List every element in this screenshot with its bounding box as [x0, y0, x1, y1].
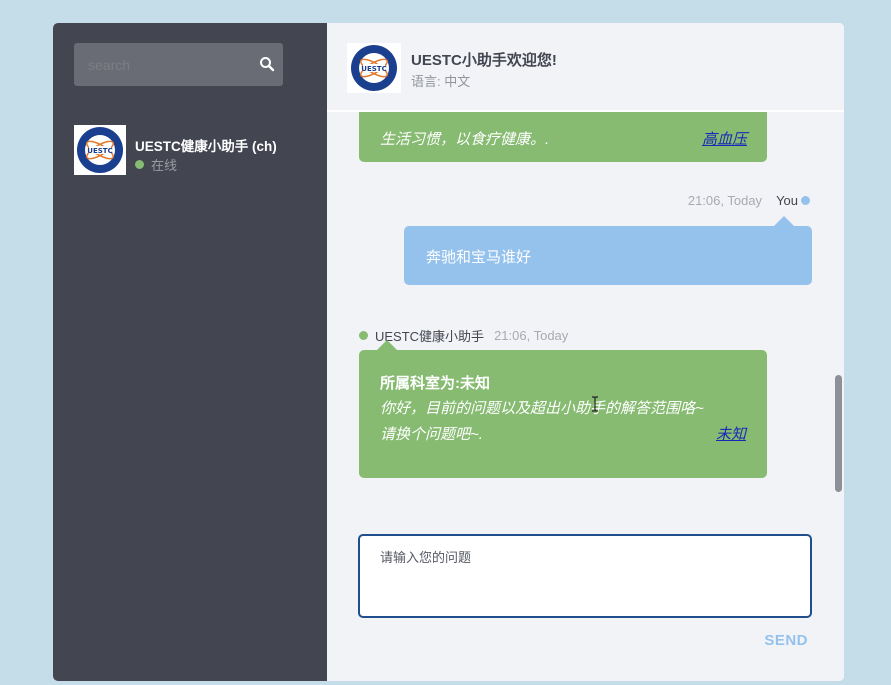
message-text: 请换个问题吧~. — [380, 426, 483, 443]
bubble-tip — [377, 340, 397, 350]
bubble-tip — [774, 216, 794, 226]
contact-item[interactable]: UESTC UESTC健康小助手 (ch) 在线 — [74, 125, 314, 175]
user-message-bubble: 奔驰和宝马谁好 — [404, 216, 812, 285]
search-input[interactable] — [74, 43, 249, 86]
message-sender: You — [776, 193, 798, 208]
chat-scrollbar[interactable] — [835, 375, 842, 492]
online-status-dot — [359, 331, 368, 340]
online-status-dot — [135, 160, 144, 169]
uestc-logo-header-avatar: UESTC — [347, 43, 401, 93]
chat-history[interactable]: 生活习惯，以食疗健康。. 高血压 21:06, Today You 奔驰和宝马谁… — [327, 112, 844, 502]
svg-text:UESTC: UESTC — [361, 65, 386, 73]
chat-panel: UESTC UESTC小助手欢迎您! 语言: 中文 生活习惯，以食疗健康。. 高… — [327, 23, 844, 681]
message-input[interactable] — [358, 534, 812, 618]
user-status-dot — [801, 196, 810, 205]
message-text: 生活习惯，以食疗健康。. — [380, 131, 550, 148]
message-time: 21:06, Today — [687, 193, 763, 208]
chat-app: UESTC UESTC健康小助手 (ch) 在线 UESTC UESTC小助手欢… — [53, 23, 844, 681]
department-link[interactable]: 未知 — [716, 423, 746, 444]
assistant-message-bubble: 生活习惯，以食疗健康。. 高血压 — [359, 112, 767, 162]
assistant-message-bubble: 所属科室为:未知 你好，目前的问题以及超出小助手的解答范围咯~ 请换个问题吧~.… — [359, 340, 767, 478]
message-text: 奔驰和宝马谁好 — [426, 249, 532, 266]
message-heading: 所属科室为:未知 — [380, 375, 490, 392]
chat-title: UESTC小助手欢迎您! — [411, 52, 557, 69]
svg-text:UESTC: UESTC — [87, 147, 112, 155]
contact-status-text: 在线 — [151, 158, 178, 173]
chat-language: 语言: 中文 — [411, 74, 471, 89]
contact-name: UESTC健康小助手 (ch) — [135, 139, 277, 154]
department-link[interactable]: 高血压 — [702, 128, 747, 149]
message-time: 21:06, Today — [494, 328, 569, 343]
uestc-logo-avatar: UESTC — [74, 125, 126, 175]
sidebar: UESTC UESTC健康小助手 (ch) 在线 — [53, 23, 327, 681]
search-box — [74, 43, 283, 86]
search-icon[interactable] — [259, 56, 275, 72]
chat-header: UESTC UESTC小助手欢迎您! 语言: 中文 — [327, 23, 844, 112]
message-composer: SEND — [327, 502, 844, 681]
contact-status: 在线 — [135, 155, 177, 174]
text-cursor-icon — [592, 396, 598, 412]
user-message-meta: 21:06, Today You — [688, 193, 810, 208]
send-button[interactable]: SEND — [764, 632, 808, 649]
message-text: 你好，目前的问题以及超出小助手的解答范围咯~ — [380, 400, 704, 417]
